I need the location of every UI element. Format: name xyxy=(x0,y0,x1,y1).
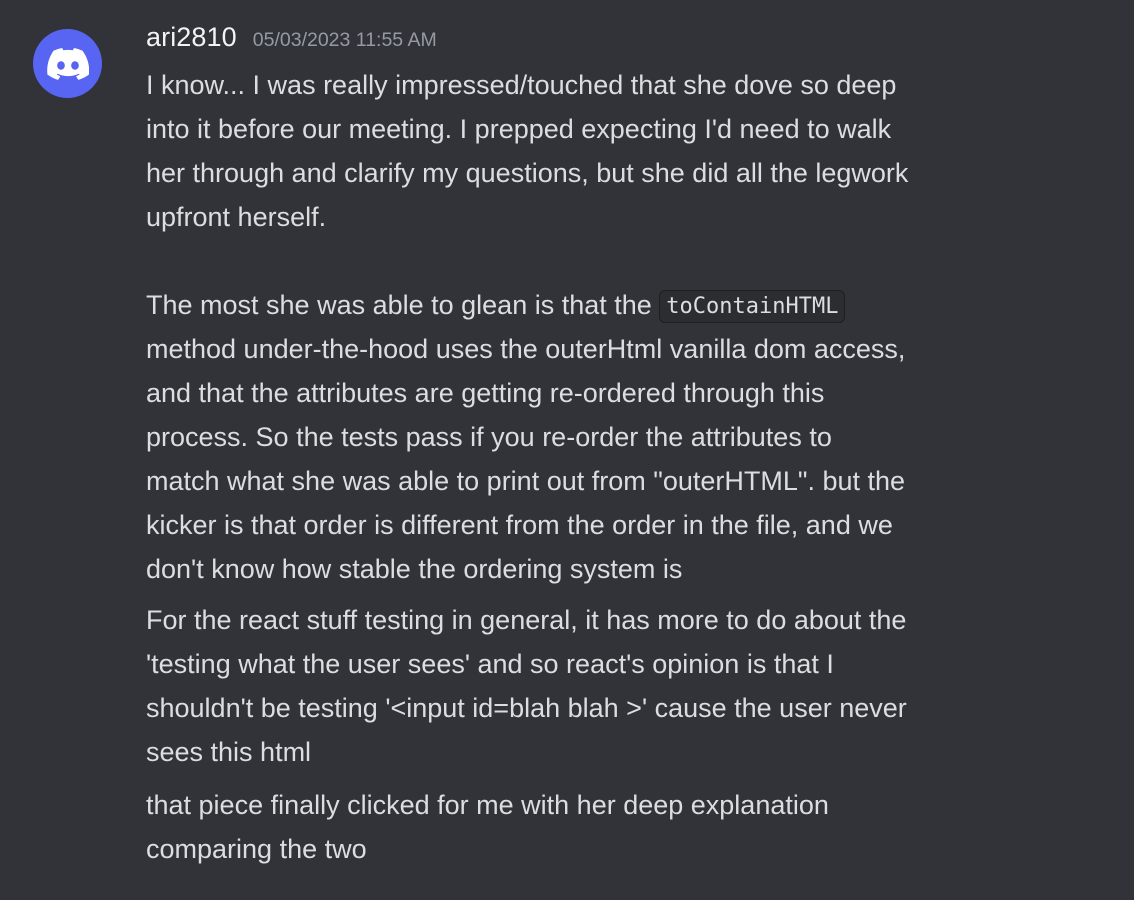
message-line: 'testing what the user sees' and so reac… xyxy=(146,649,834,679)
message-line: I know... I was really impressed/touched… xyxy=(146,70,897,100)
message-line: don't know how stable the ordering syste… xyxy=(146,554,683,584)
message-header: ari2810 05/03/2023 11:55 AM xyxy=(146,22,437,62)
timestamp[interactable]: 05/03/2023 11:55 AM xyxy=(253,29,437,52)
username[interactable]: ari2810 xyxy=(146,22,237,53)
message-content: For the react stuff testing in general, … xyxy=(146,598,1106,774)
message-line: sees this html xyxy=(146,737,312,767)
message-line: kicker is that order is different from t… xyxy=(146,510,893,540)
message-text: The most she was able to glean is that t… xyxy=(146,290,660,320)
discord-logo-icon xyxy=(46,47,89,80)
message-line: upfront herself. xyxy=(146,202,327,232)
message-content: that piece finally clicked for me with h… xyxy=(146,783,1106,871)
inline-code: toContainHTML xyxy=(659,290,846,323)
message-line: method under-the-hood uses the outerHtml… xyxy=(146,334,906,364)
avatar[interactable] xyxy=(33,29,102,98)
message-line: and that the attributes are getting re-o… xyxy=(146,378,825,408)
message-group: ari2810 05/03/2023 11:55 AM I know... I … xyxy=(0,0,1134,900)
message-line: For the react stuff testing in general, … xyxy=(146,605,907,635)
message-content: I know... I was really impressed/touched… xyxy=(146,63,1106,591)
message-line: comparing the two xyxy=(146,834,367,864)
message-line: The most she was able to glean is that t… xyxy=(146,283,1106,327)
message-line: that piece finally clicked for me with h… xyxy=(146,790,829,820)
message-line: her through and clarify my questions, bu… xyxy=(146,158,909,188)
message-line: shouldn't be testing '<input id=blah bla… xyxy=(146,693,907,723)
message-line: match what she was able to print out fro… xyxy=(146,466,906,496)
message-line: into it before our meeting. I prepped ex… xyxy=(146,114,892,144)
message-line: process. So the tests pass if you re-ord… xyxy=(146,422,832,452)
